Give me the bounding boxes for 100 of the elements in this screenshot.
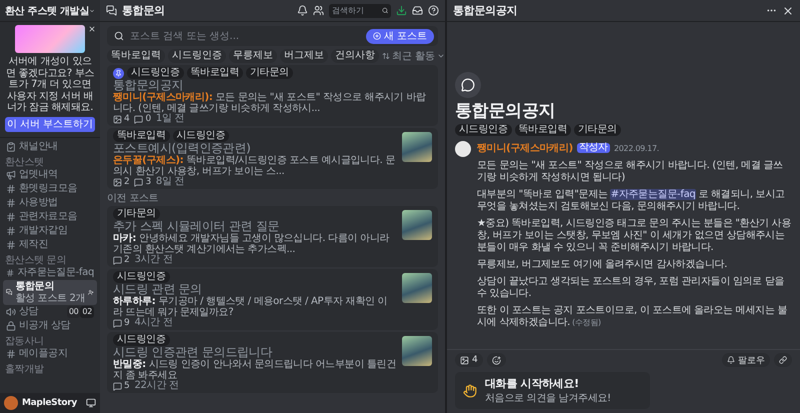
message-icon <box>113 318 122 328</box>
channel-name: 사용방법 <box>19 196 58 208</box>
post-card[interactable]: 시드링인증 시드링 관련 문의 하루하루: 무기공마 / 행텔스탯 / 메용or스탯 / AP투자 재확인 이라 뜨는데 뭐가 문제일까요? 9 4시간 전 <box>107 269 438 330</box>
channel-item[interactable]: 채널안내 <box>3 140 97 154</box>
hash-icon <box>6 198 16 208</box>
help-icon[interactable] <box>428 5 439 16</box>
smiley-plus-icon <box>492 356 501 364</box>
post-stat: 9 <box>113 318 130 328</box>
tag-filter[interactable]: 똑바로입력 <box>107 49 165 63</box>
channel-name: 비공개 상담 <box>19 320 70 332</box>
post-stat: 2 <box>113 255 130 265</box>
bell-icon[interactable] <box>297 5 308 16</box>
channel-name: 환뎃링크모음 <box>19 182 78 194</box>
channel-item[interactable]: 비공개 상담 <box>3 318 97 332</box>
monitor-icon[interactable] <box>86 398 96 408</box>
channel-item[interactable]: 메이플공지 <box>3 346 97 360</box>
channel-item[interactable]: 환뎃링크모음 <box>3 182 97 196</box>
post-preview: 하루하루: 무기공마 / 행텔스탯 / 메용or스탯 / AP투자 재확인 이라 뜨는데 뭐가 문제일까요? <box>113 296 388 318</box>
category-label[interactable]: 환산스텟 문의 <box>3 252 97 266</box>
members-icon[interactable] <box>313 5 324 16</box>
message-paragraph: 상담이 끝났다고 생각되는 포스트의 경우, 포럼 관리자들이 임의로 닫을 수 있습니다. <box>477 276 786 300</box>
message-icon <box>134 114 144 124</box>
channel-item[interactable]: 상담 00 02 <box>3 304 97 318</box>
tag-filter[interactable]: 버그제보 <box>280 49 328 63</box>
channel-item[interactable]: 개발자같임 <box>3 224 97 238</box>
channel-item[interactable]: 제작진 <box>3 238 97 252</box>
hash-icon <box>6 226 16 236</box>
search-field[interactable]: 검색하기 <box>332 6 382 15</box>
copy-link-button[interactable] <box>774 353 792 367</box>
message-paragraph: ★중요) 똑바로입력, 시드링인증 태그로 문의 주시는 분들은 "환산기 사용창, 버프가 보이는 스탯창, 무보엠 사진" 이 세개가 없으면 상담해주시는 분들이 매우 화낼 수 있으니 꼭 준비해주시기 바랍니다. <box>477 218 792 254</box>
channel-name: 개발자같임 <box>19 224 68 236</box>
channel-item[interactable]: 통합문의 활성 포스트 2개 <box>3 280 97 304</box>
category-label[interactable]: 환산스텟 <box>3 154 97 168</box>
post-search-field[interactable]: 포스트 검색 또는 생성... <box>128 30 362 42</box>
search-bar[interactable]: 검색하기 <box>329 4 391 18</box>
boost-text: 서버에 개성이 있으면 좋겠다고요? 부스트가 7개 더 있으면 사용자 지정 서버 배너가 잠금 해제돼요. <box>5 56 95 114</box>
channel-name: 메이플공지 <box>19 348 68 360</box>
post-card[interactable]: 기타문의 추가 스펙 시뮬레이터 관련 질문 마카: 안녕하세요 개발자님들 고생이 많으십니다. 다름이 아니라 기존의 환산스탯 계산기에서는 추가스펙... 2 3시간 전 <box>107 206 438 267</box>
post-tag: 똑바로입력 <box>186 67 244 79</box>
post-tag: 기타문의 <box>574 124 621 136</box>
reaction-pill[interactable]: 4 <box>455 353 483 367</box>
channel-item[interactable]: 사용방법 <box>3 196 97 210</box>
close-icon[interactable] <box>782 4 794 16</box>
post-search-bar[interactable]: 포스트 검색 또는 생성... 새 포스트 <box>107 26 438 46</box>
post-time: 1일 전 <box>156 114 184 124</box>
boost-button[interactable]: 이 서버 부스트하기 <box>5 116 95 132</box>
post-tag: 시드링인증 <box>127 67 184 79</box>
post-title: 통합문의공지 <box>113 79 184 92</box>
sort-dropdown[interactable]: 최근 활동 <box>382 49 445 63</box>
section-label: 이전 포스트 <box>107 193 160 204</box>
thread-title: 통합문의공지 <box>455 101 556 121</box>
server-name[interactable]: 환산 주스텟 개발실 <box>5 4 89 18</box>
post-time: 3시간 전 <box>134 255 172 265</box>
post-stat: 3 <box>134 177 151 187</box>
channel-mention-link[interactable]: #자주묻는질문-faq <box>610 189 696 200</box>
post-time: 4시간 전 <box>134 318 172 328</box>
new-post-button[interactable]: 새 포스트 <box>366 28 434 44</box>
add-user-icon[interactable] <box>88 288 94 296</box>
channel-name: 업뎃내역 <box>19 168 58 180</box>
close-icon[interactable] <box>88 25 96 33</box>
inbox-icon[interactable] <box>412 5 423 16</box>
boost-illustration <box>15 25 85 53</box>
image-icon <box>113 114 122 124</box>
post-tag: 기타문의 <box>246 67 293 79</box>
post-tag: 똑바로입력 <box>113 130 170 142</box>
author-name[interactable]: 쨍미니(구제스마캐리) <box>477 141 573 155</box>
category-label[interactable]: 잡동사니 <box>3 332 97 346</box>
bell-icon <box>727 356 735 364</box>
hash-icon <box>6 240 16 250</box>
image-icon <box>460 356 469 364</box>
message-date: 2022.09.17. <box>614 144 660 152</box>
chevron-down-icon <box>437 52 445 60</box>
post-tag: 시드링인증 <box>455 124 512 136</box>
channel-name: 통합문의 <box>15 280 56 292</box>
post-time: 22시간 전 <box>134 381 179 391</box>
search-icon <box>114 31 124 41</box>
speech-bubbles-icon <box>6 287 12 297</box>
tag-filter[interactable]: 건의사항 <box>331 49 379 63</box>
speech-bubbles-icon <box>106 5 117 16</box>
download-icon[interactable] <box>396 5 407 16</box>
hash-icon <box>6 268 14 278</box>
message-icon <box>134 178 144 186</box>
channel-item[interactable]: 자주묻는질문-faq <box>3 266 97 280</box>
post-card[interactable]: 똑바로입력 시드링인증 포스트예시(입력인증관련) 은두꿀(구제스): 똑바로입력/시드링인증 포스트 예시글입니다. 문의시 환산기 사용창, 버프가 보이는 스... 2 3 8일 전 <box>107 128 438 189</box>
category-label[interactable]: 홀짝개발 <box>3 360 97 374</box>
user-avatar[interactable] <box>455 141 471 157</box>
follow-button[interactable]: 팔로우 <box>722 353 770 367</box>
add-reaction-button[interactable] <box>486 353 506 367</box>
channel-item[interactable]: 관련자료모음 <box>3 210 97 224</box>
post-card[interactable]: 시드링인증 시드링 인증관련 문의드립니다 반밀중: 시드링 인증이 안나와서 문의드립니다 어느부분이 틀린건지 좀 봐주세요 5 22시간 전 <box>107 332 438 393</box>
message-paragraph: 무릉제보, 버그제보도 여기에 올려주시면 감사하겠습니다. <box>477 259 728 271</box>
plus-icon <box>372 32 381 40</box>
channel-title: 통합문의 <box>122 3 166 18</box>
post-stat: 2 <box>113 177 130 187</box>
post-preview: 마카: 안녕하세요 개발자님들 고생이 많으십니다. 다름이 아니라 기존의 환산스탯 계산기에서는 추가스펙... <box>113 233 390 255</box>
channel-item[interactable]: 업뎃내역 <box>3 168 97 182</box>
post-card[interactable]: 시드링인증 똑바로입력 기타문의 통합문의공지 쨍미니(구제스마캐리): 모든 문의는 "새 포스트" 작성으로 해주시기 바랍니다. (인텐, 메결 글쓰기랑 비슷하게 작성하시... 4 0 1일 전 <box>107 65 438 126</box>
tag-filter[interactable]: 무릉제보 <box>229 49 277 63</box>
post-preview: 반밀중: 시드링 인증이 안나와서 문의드립니다 어느부분이 틀린건지 좀 봐주세요 <box>113 359 396 381</box>
tag-filter[interactable]: 시드링인증 <box>168 49 226 63</box>
